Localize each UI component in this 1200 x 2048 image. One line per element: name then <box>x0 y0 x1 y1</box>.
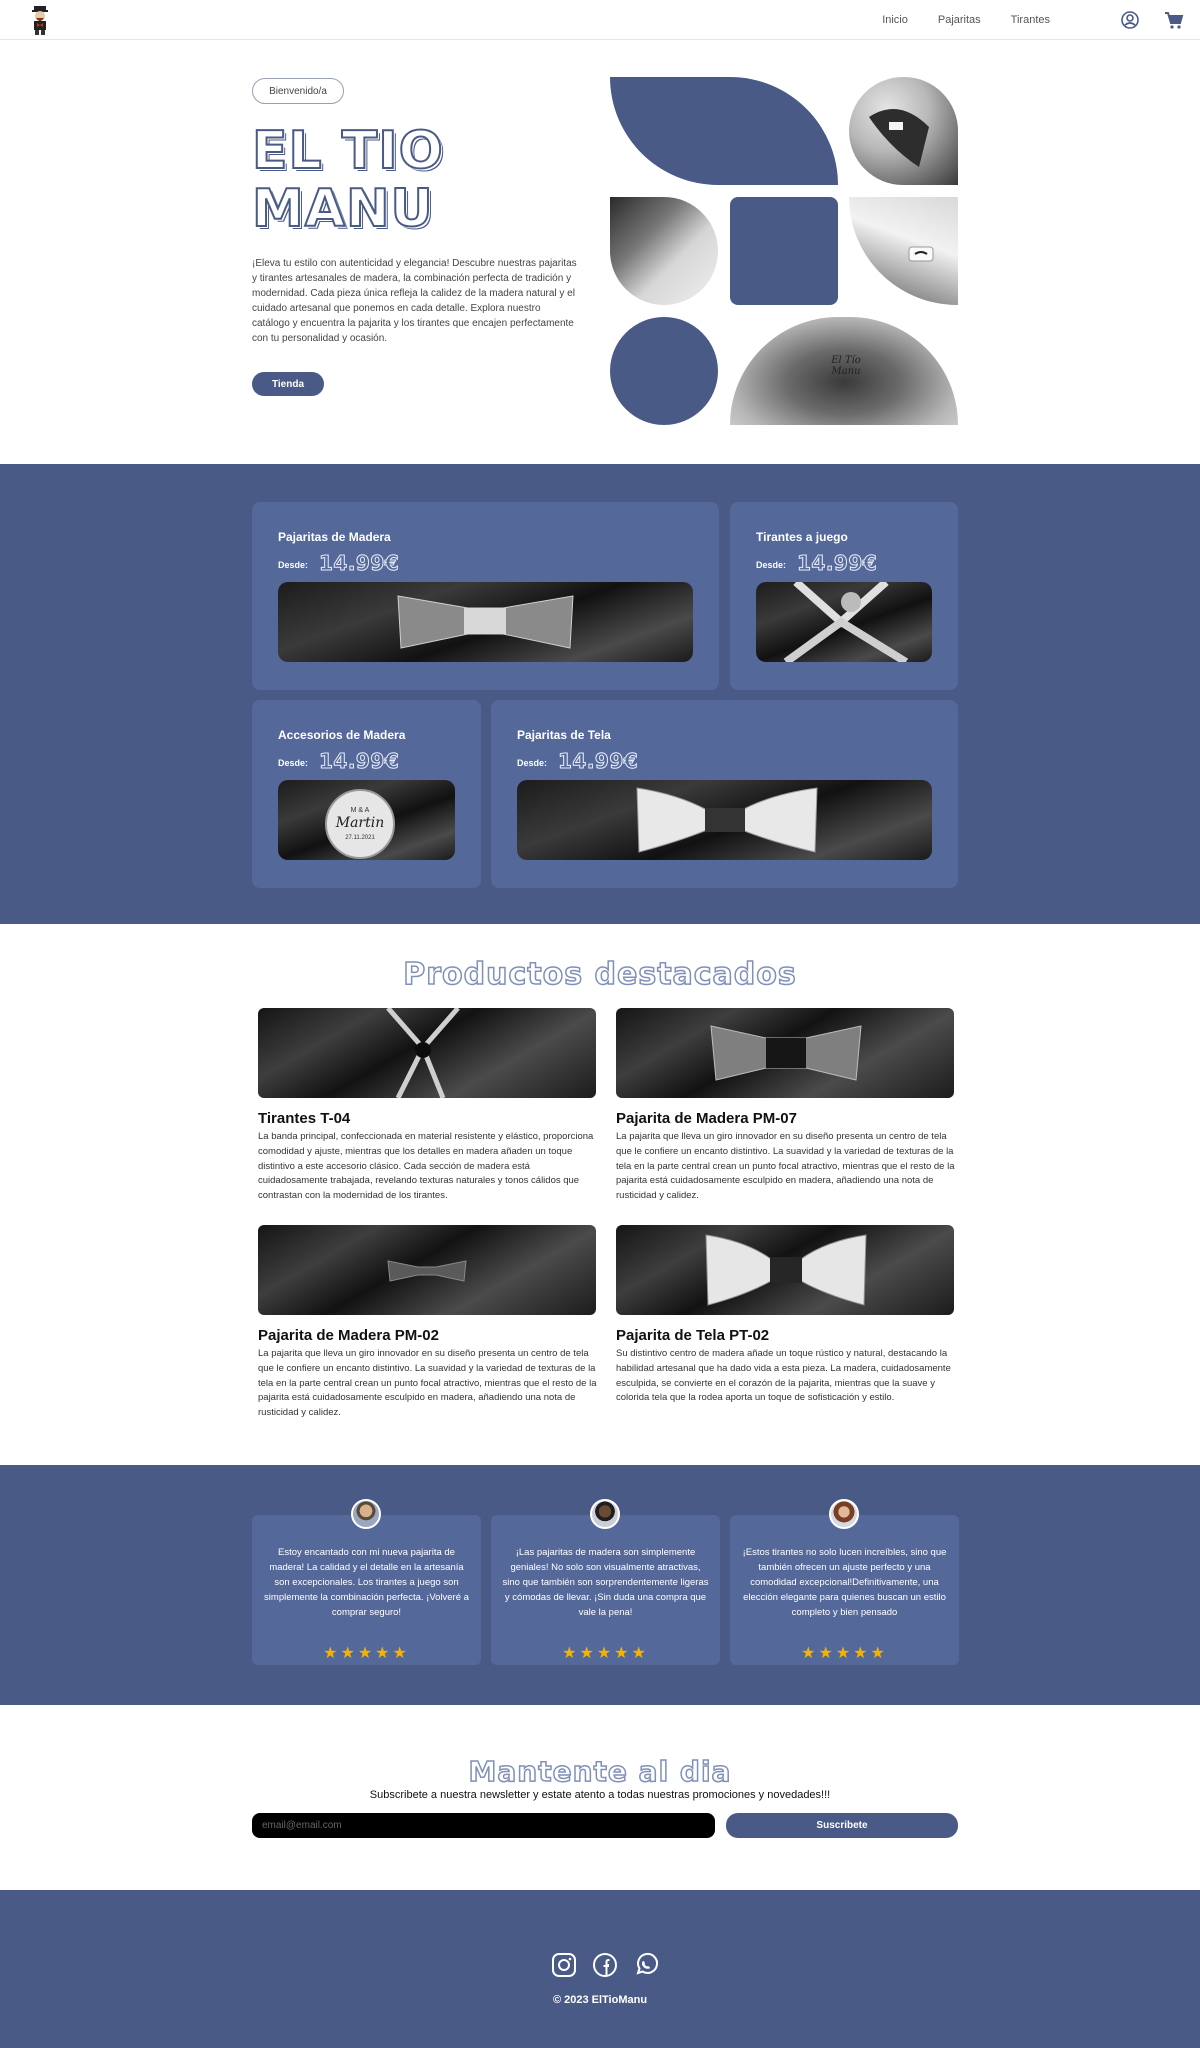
category-title: Pajaritas de Madera <box>278 530 391 544</box>
category-from-label: Desde: <box>278 560 309 570</box>
category-title: Accesorios de Madera <box>278 728 406 742</box>
category-title: Pajaritas de Tela <box>517 728 611 742</box>
category-image <box>278 582 693 662</box>
product-description: Su distintivo centro de madera añade un … <box>616 1348 951 1404</box>
category-image: M & A Martin 27.11.2021 <box>278 780 455 860</box>
hero-photo-shirt <box>849 197 958 305</box>
hero-title-line2: MANU <box>251 179 434 239</box>
testimonial-card: ¡Las pajaritas de madera son simplemente… <box>491 1515 720 1665</box>
newsletter-title: Mantente al dia <box>468 1754 732 1789</box>
category-card-pajaritas-madera[interactable]: Pajaritas de Madera Desde: 14.99€ <box>252 502 719 690</box>
category-image <box>517 780 932 860</box>
hero-section: Bienvenido/a EL TIO MANU ¡Eleva tu estil… <box>0 40 1200 464</box>
shop-button[interactable]: Tienda <box>252 372 324 396</box>
hero-square-shape <box>730 197 838 305</box>
testimonial-card: ¡Estos tirantes no solo lucen increíbles… <box>730 1515 959 1665</box>
hero-title-line1: EL TIO <box>251 121 444 181</box>
hero-leaf-shape <box>610 77 838 185</box>
hero-photo-hands <box>849 77 958 185</box>
product-description: La pajarita que lleva un giro innovador … <box>258 1348 597 1419</box>
testimonials-section: Estoy encantado con mi nueva pajarita de… <box>0 1465 1200 1705</box>
engraved-text: El Tío Manu <box>831 355 861 377</box>
subscribe-button[interactable]: Suscribete <box>726 1813 958 1838</box>
newsletter-subtitle: Subscribete a nuestra newsletter y estat… <box>369 1789 831 1801</box>
cart-icon[interactable] <box>1163 9 1185 31</box>
logo[interactable] <box>26 4 54 36</box>
welcome-badge: Bienvenido/a <box>252 78 344 104</box>
rating-stars: ★★★★★ <box>801 1645 888 1662</box>
email-field[interactable] <box>252 1813 715 1838</box>
product-description: La pajarita que lleva un giro innovador … <box>616 1131 955 1202</box>
avatar <box>351 1499 381 1529</box>
pendant-name: Martin <box>335 815 385 831</box>
product-image[interactable] <box>258 1225 596 1315</box>
logo-icon <box>32 6 48 35</box>
copyright-text: © 2023 ElTioManu <box>552 1994 648 2006</box>
category-from-label: Desde: <box>517 758 548 768</box>
category-title: Tirantes a juego <box>756 530 848 544</box>
testimonial-text: Estoy encantado con mi nueva pajarita de… <box>264 1547 469 1618</box>
hero-circle-shape <box>610 317 718 425</box>
product-image[interactable] <box>258 1008 596 1098</box>
product-title[interactable]: Pajarita de Tela PT-02 <box>616 1327 769 1344</box>
category-image <box>756 582 932 662</box>
rating-stars: ★★★★★ <box>323 1645 410 1662</box>
newsletter-section: Mantente al dia Subscribete a nuestra ne… <box>0 1705 1200 1890</box>
category-from-label: Desde: <box>278 758 309 768</box>
nav-link-inicio[interactable]: Inicio <box>882 14 908 26</box>
pendant-initials: M & A <box>351 807 370 814</box>
product-title[interactable]: Pajarita de Madera PM-07 <box>616 1110 797 1127</box>
product-title[interactable]: Tirantes T-04 <box>258 1110 350 1127</box>
nav-link-tirantes[interactable]: Tirantes <box>1011 14 1050 26</box>
category-price: 14.99€ <box>318 749 400 774</box>
product-description: La banda principal, confeccionada en mat… <box>258 1131 594 1202</box>
nav-links: Inicio Pajaritas Tirantes <box>882 0 1050 40</box>
testimonial-text: ¡Las pajaritas de madera son simplemente… <box>502 1547 709 1618</box>
category-price: 14.99€ <box>318 551 400 576</box>
rating-stars: ★★★★★ <box>562 1645 649 1662</box>
nav-link-pajaritas[interactable]: Pajaritas <box>938 14 981 26</box>
hero-photo-engraved-bowtie: El Tío Manu <box>730 317 958 425</box>
featured-title: Productos destacados <box>403 956 797 993</box>
product-image[interactable] <box>616 1008 954 1098</box>
pendant-date: 27.11.2021 <box>345 835 375 841</box>
instagram-icon[interactable] <box>551 1952 577 1978</box>
hero-description: ¡Eleva tu estilo con autenticidad y eleg… <box>252 258 577 344</box>
top-nav: Inicio Pajaritas Tirantes <box>0 0 1200 40</box>
categories-section: Pajaritas de Madera Desde: 14.99€ Tirant… <box>0 464 1200 924</box>
product-image[interactable] <box>616 1225 954 1315</box>
testimonial-card: Estoy encantado con mi nueva pajarita de… <box>252 1515 481 1665</box>
user-icon[interactable] <box>1119 9 1141 31</box>
category-price: 14.99€ <box>557 749 639 774</box>
category-card-tirantes[interactable]: Tirantes a juego Desde: 14.99€ <box>730 502 958 690</box>
product-title[interactable]: Pajarita de Madera PM-02 <box>258 1327 439 1344</box>
category-from-label: Desde: <box>756 560 787 570</box>
category-price: 14.99€ <box>796 551 878 576</box>
category-card-pajaritas-tela[interactable]: Pajaritas de Tela Desde: 14.99€ <box>491 700 958 888</box>
hero-photo-collar <box>610 197 718 305</box>
avatar <box>829 1499 859 1529</box>
whatsapp-icon[interactable] <box>633 1952 659 1978</box>
facebook-icon[interactable] <box>592 1952 618 1978</box>
hero-title: EL TIO MANU <box>251 121 552 239</box>
testimonial-text: ¡Estos tirantes no solo lucen increíbles… <box>742 1547 947 1618</box>
avatar <box>590 1499 620 1529</box>
category-card-accesorios[interactable]: Accesorios de Madera Desde: 14.99€ M & A… <box>252 700 481 888</box>
featured-section: Productos destacados Tirantes T-04 La ba… <box>0 924 1200 1465</box>
footer: © 2023 ElTioManu <box>0 1890 1200 2048</box>
